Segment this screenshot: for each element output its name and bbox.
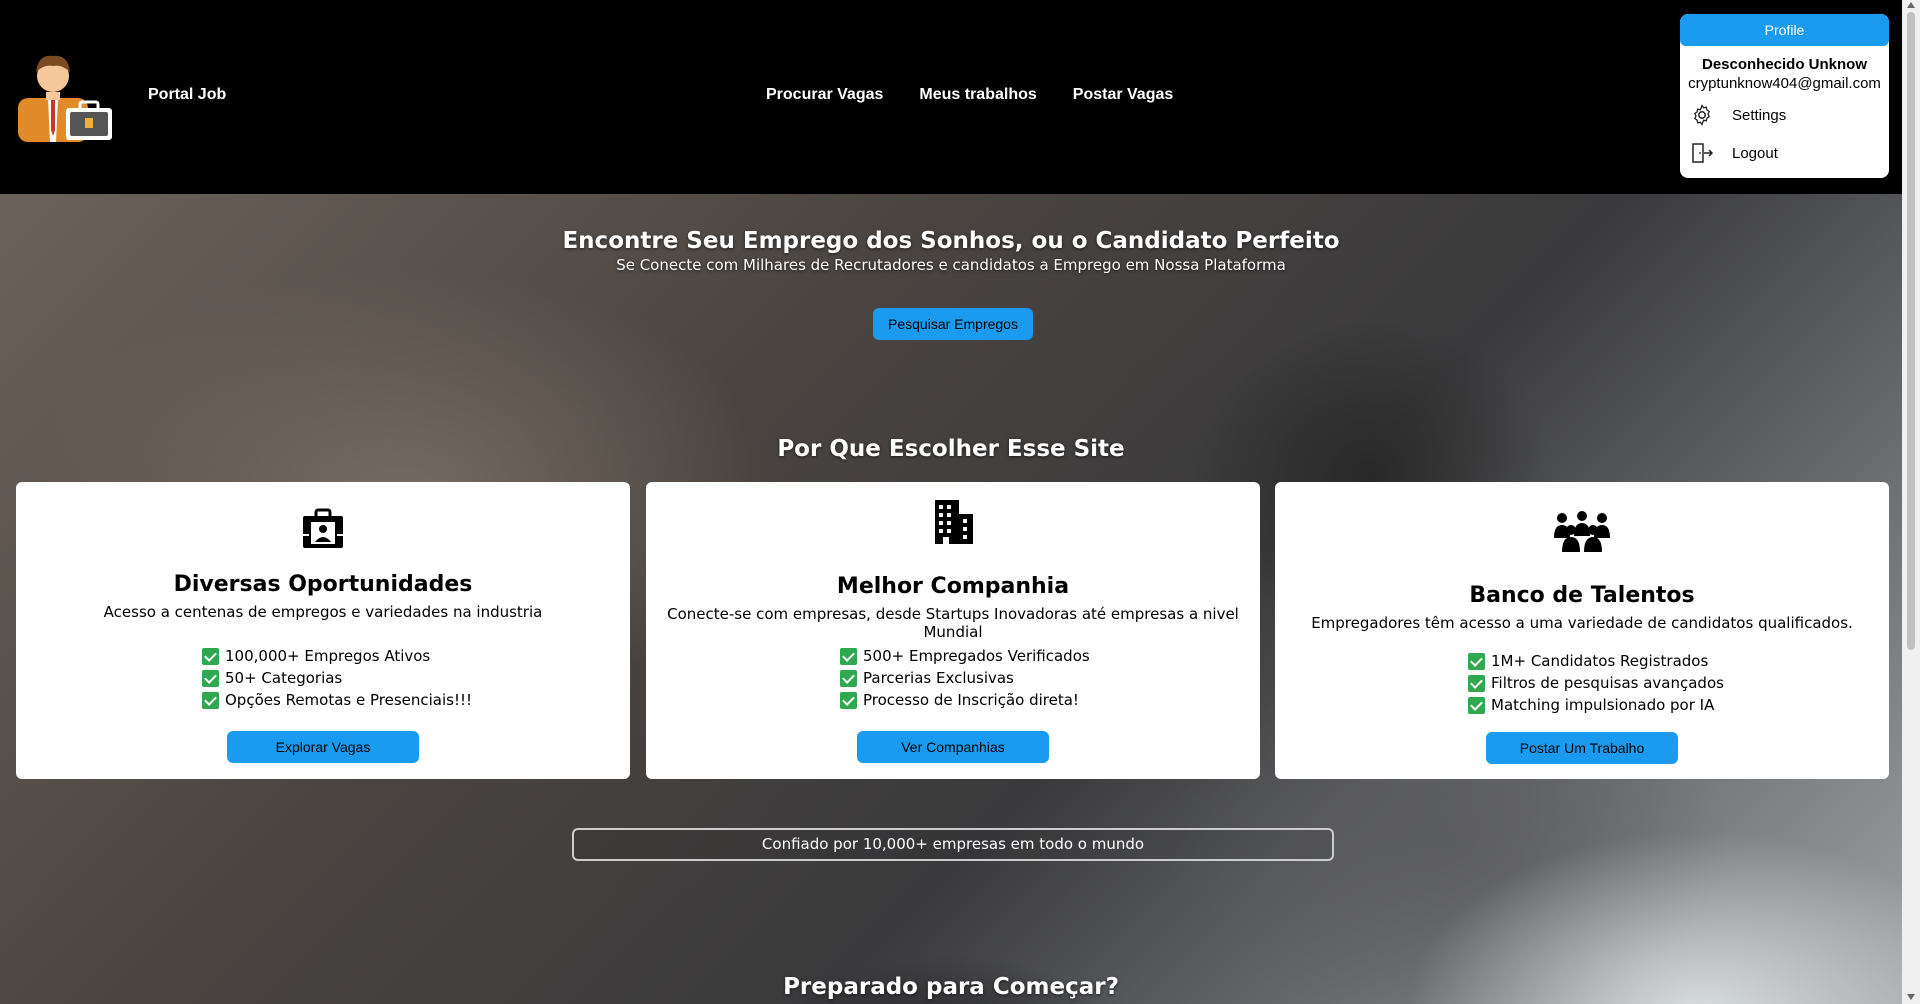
ready-title: Preparado para Começar? <box>783 974 1119 1000</box>
scroll-up-arrow-icon[interactable] <box>1907 2 1915 8</box>
scroll-down-arrow-icon[interactable] <box>1907 994 1915 1000</box>
page-scrollbar[interactable] <box>1902 0 1920 1004</box>
list-item: 100,000+ Empregos Ativos <box>202 645 472 667</box>
building-icon <box>935 500 973 544</box>
list-item: Opções Remotas e Presenciais!!! <box>202 689 472 711</box>
checkmark-icon <box>202 669 219 687</box>
trusted-banner: Confiado por 10,000+ empresas em todo o … <box>572 828 1334 861</box>
profile-email: cryptunknow404@gmail.com <box>1688 75 1881 92</box>
feature-text: 1M+ Candidatos Registrados <box>1491 652 1709 670</box>
feature-text: Filtros de pesquisas avançados <box>1491 674 1724 692</box>
list-item: 500+ Empregados Verificados <box>840 645 1090 667</box>
card-title: Melhor Companhia <box>836 574 1070 599</box>
card-melhor-companhia: Melhor Companhia Conecte-se com empresas… <box>646 482 1260 779</box>
list-item: Parcerias Exclusivas <box>840 667 1090 689</box>
feature-text: Processo de Inscrição direta! <box>863 691 1079 709</box>
card-title: Banco de Talentos <box>1469 583 1695 608</box>
card-description: Conecte-se com empresas, desde Startups … <box>667 605 1239 641</box>
feature-text: Parcerias Exclusivas <box>863 669 1014 687</box>
feature-text: 500+ Empregados Verificados <box>863 647 1090 665</box>
card-description: Acesso a centenas de empregos e variedad… <box>103 603 543 621</box>
logout-label: Logout <box>1732 144 1778 162</box>
menu-item-logout[interactable]: Logout <box>1680 134 1889 172</box>
feature-text: Opções Remotas e Presenciais!!! <box>225 691 473 709</box>
logout-icon <box>1692 143 1714 163</box>
portal-logo-icon[interactable] <box>18 46 114 142</box>
checkmark-icon <box>1468 674 1485 692</box>
profile-dropdown: Profile Desconhecido Unknow cryptunknow4… <box>1680 14 1889 178</box>
post-job-button[interactable]: Postar Um Trabalho <box>1486 732 1678 764</box>
checkmark-icon <box>1468 652 1485 670</box>
feature-list: 1M+ Candidatos Registrados Filtros de pe… <box>1468 650 1724 716</box>
nav-postar-vagas[interactable]: Postar Vagas <box>1073 86 1174 104</box>
hero-subtitle: Se Conecte com Milhares de Recrutadores … <box>616 256 1286 274</box>
settings-label: Settings <box>1732 106 1787 124</box>
nav-procurar-vagas[interactable]: Procurar Vagas <box>766 86 883 104</box>
list-item: Matching impulsionado por IA <box>1468 694 1724 716</box>
briefcase-icon <box>303 508 343 548</box>
profile-button[interactable]: Profile <box>1680 14 1889 46</box>
checkmark-icon <box>840 647 857 665</box>
why-choose-title: Por Que Escolher Esse Site <box>777 436 1125 462</box>
explore-jobs-button[interactable]: Explorar Vagas <box>227 731 419 763</box>
list-item: 1M+ Candidatos Registrados <box>1468 650 1724 672</box>
hero-title: Encontre Seu Emprego dos Sonhos, ou o Ca… <box>562 228 1340 254</box>
feature-text: 100,000+ Empregos Ativos <box>225 647 431 665</box>
scroll-thumb[interactable] <box>1907 12 1915 650</box>
view-companies-button[interactable]: Ver Companhias <box>857 731 1049 763</box>
site-header: Portal Job Procurar Vagas Meus trabalhos… <box>0 0 1902 194</box>
main-nav: Procurar Vagas Meus trabalhos Postar Vag… <box>766 86 1173 104</box>
team-icon <box>1554 511 1610 552</box>
checkmark-icon <box>202 647 219 665</box>
feature-text: Matching impulsionado por IA <box>1491 696 1715 714</box>
feature-list: 100,000+ Empregos Ativos 50+ Categorias … <box>202 645 472 711</box>
card-title: Diversas Oportunidades <box>173 572 473 597</box>
profile-name: Desconhecido Unknow <box>1701 56 1868 73</box>
checkmark-icon <box>840 669 857 687</box>
checkmark-icon <box>1468 696 1485 714</box>
nav-meus-trabalhos[interactable]: Meus trabalhos <box>919 86 1036 104</box>
search-jobs-button[interactable]: Pesquisar Empregos <box>873 308 1033 340</box>
card-banco-de-talentos: Banco de Talentos Empregadores têm acess… <box>1275 482 1889 779</box>
menu-item-settings[interactable]: Settings <box>1680 96 1889 134</box>
gear-icon <box>1693 104 1711 126</box>
list-item: Filtros de pesquisas avançados <box>1468 672 1724 694</box>
feature-list: 500+ Empregados Verificados Parcerias Ex… <box>840 645 1090 711</box>
list-item: 50+ Categorias <box>202 667 472 689</box>
card-diversas-oportunidades: Diversas Oportunidades Acesso a centenas… <box>16 482 630 779</box>
checkmark-icon <box>202 691 219 709</box>
card-description: Empregadores têm acesso a uma variedade … <box>1311 614 1853 632</box>
checkmark-icon <box>840 691 857 709</box>
feature-text: 50+ Categorias <box>225 669 343 687</box>
list-item: Processo de Inscrição direta! <box>840 689 1090 711</box>
brand-name[interactable]: Portal Job <box>148 86 226 104</box>
